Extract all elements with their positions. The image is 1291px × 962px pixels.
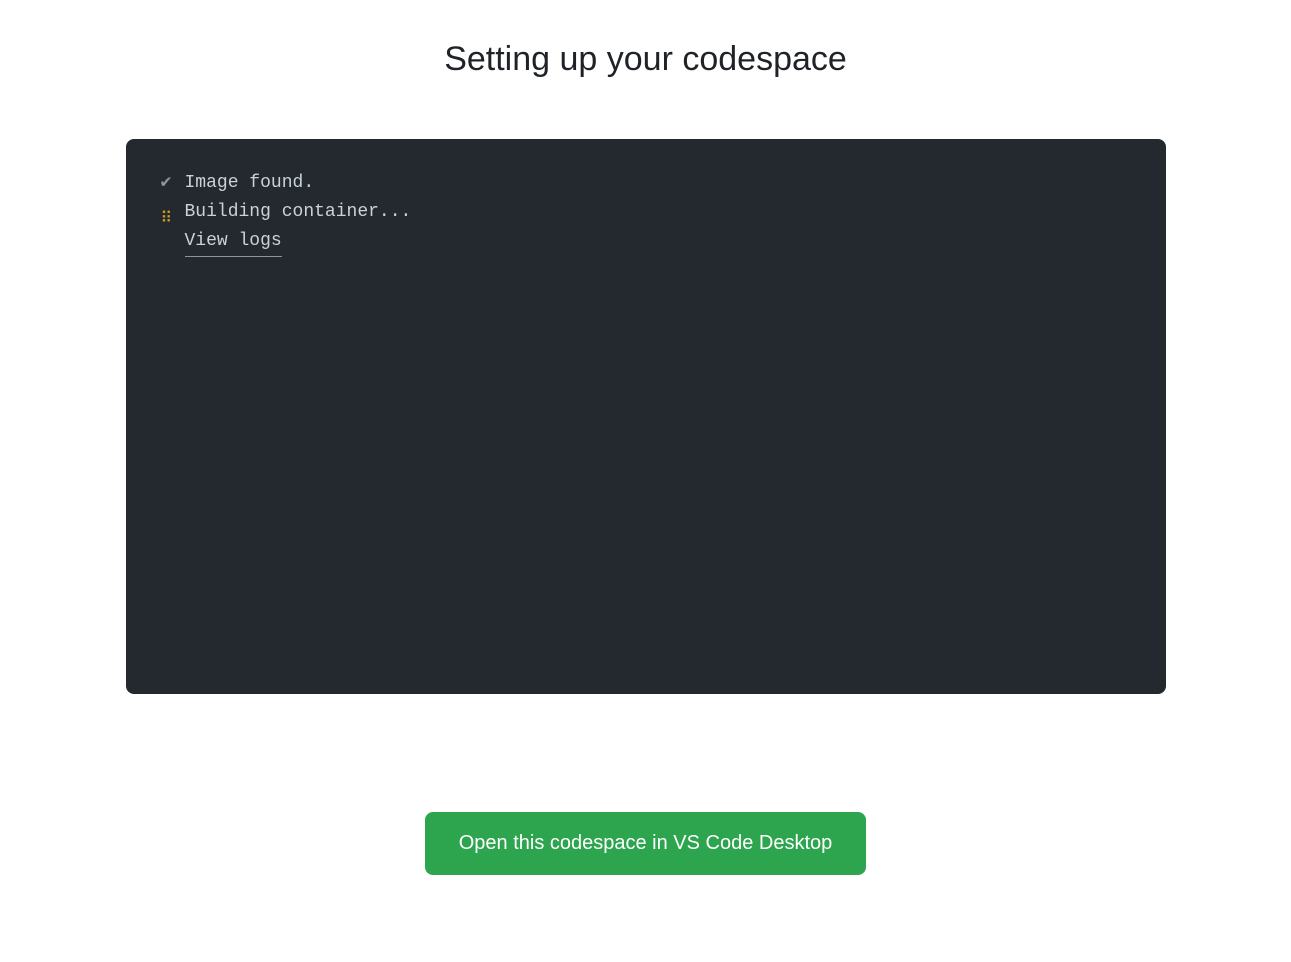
open-vscode-desktop-button[interactable]: Open this codespace in VS Code Desktop [425,812,867,875]
checkmark-icon: ✔ [161,169,185,198]
spinner-icon [161,205,185,219]
log-text: Image found. [185,169,315,198]
terminal-panel: ✔Image found. Building container... View… [126,139,1166,694]
log-line-inprogress: Building container... [161,198,1131,227]
log-line-complete: ✔Image found. [161,169,1131,198]
button-container: Open this codespace in VS Code Desktop [425,812,867,875]
log-text: Building container... [185,198,412,227]
view-logs-row: View logs [161,227,1131,258]
view-logs-link[interactable]: View logs [185,227,282,258]
page-title: Setting up your codespace [444,40,847,79]
